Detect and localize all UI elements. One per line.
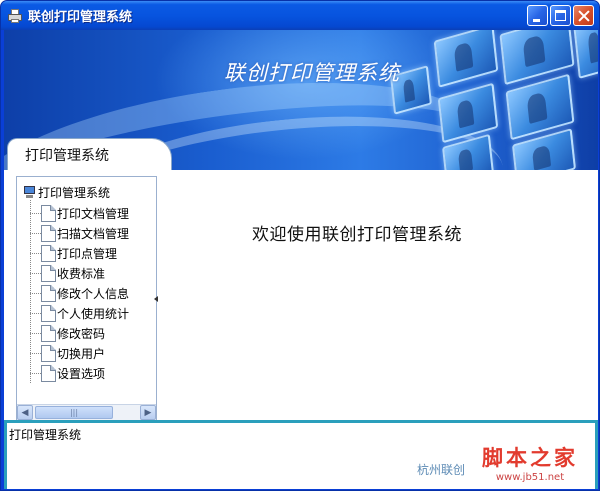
document-icon <box>41 324 56 342</box>
tree-item-label: 扫描文档管理 <box>57 226 130 241</box>
chevron-left-icon: ◀ <box>21 407 29 418</box>
tree-root-label: 打印管理系统 <box>38 185 111 200</box>
chevron-right-icon: ▶ <box>144 407 152 418</box>
tree-item-label: 收费标准 <box>57 266 106 281</box>
document-icon <box>41 364 56 382</box>
scroll-right-button[interactable]: ▶ <box>140 405 156 420</box>
tree-item-label: 切换用户 <box>57 346 106 361</box>
collapse-panel-icon[interactable] <box>154 296 158 302</box>
watermark-logo: 脚本之家 www.jb51.net <box>482 442 578 483</box>
scroll-left-button[interactable]: ◀ <box>17 405 33 420</box>
document-icon <box>41 284 56 302</box>
tree-item-edit-profile[interactable]: 修改个人信息 <box>17 283 156 303</box>
banner-title: 联创打印管理系统 <box>224 61 400 85</box>
tree-root[interactable]: 打印管理系统 <box>23 184 110 200</box>
tree-item-print-points[interactable]: 打印点管理 <box>17 243 156 263</box>
tree-item-fee-standard[interactable]: 收费标准 <box>17 263 156 283</box>
tab-strip: 打印管理系统 <box>4 136 598 170</box>
tree-item-label: 打印点管理 <box>57 246 118 261</box>
banner-photo-tile <box>433 30 499 88</box>
tree-item-switch-user[interactable]: 切换用户 <box>17 343 156 363</box>
tree-item-label: 打印文档管理 <box>57 206 130 221</box>
tree-item-scan-documents[interactable]: 扫描文档管理 <box>17 223 156 243</box>
status-text: 打印管理系统 <box>9 428 82 442</box>
tree-item-change-password[interactable]: 修改密码 <box>17 323 156 343</box>
document-icon <box>41 304 56 322</box>
computer-icon <box>23 185 36 199</box>
watermark-main: 脚本之家 <box>482 445 578 470</box>
tab-print-management[interactable]: 打印管理系统 <box>7 138 172 170</box>
welcome-message: 欢迎使用联创打印管理系统 <box>252 225 462 245</box>
tree-horizontal-scrollbar[interactable]: ◀ ||| ▶ <box>17 404 156 420</box>
watermark-url: www.jb51.net <box>495 472 565 483</box>
document-icon <box>41 244 56 262</box>
navigation-tree: 打印管理系统 打印文档管理 扫描文档管理 打印点管理 收费标准 修改个人信息 个… <box>16 176 157 421</box>
scroll-track[interactable]: ||| <box>33 405 140 420</box>
document-icon <box>41 224 56 242</box>
document-icon <box>41 344 56 362</box>
company-footer: 杭州联创 <box>417 463 466 477</box>
printer-icon <box>7 8 23 24</box>
maximize-icon <box>555 10 566 21</box>
banner-photo-tile <box>573 30 598 79</box>
tree-item-label: 修改个人信息 <box>57 286 130 301</box>
app-window: 联创打印管理系统 联创打印管理系统 打印管理系统 打印管理系统 打印文档管理 扫… <box>0 0 600 491</box>
grip-icon: ||| <box>69 408 79 417</box>
window-title: 联创打印管理系统 <box>28 10 133 25</box>
minimize-icon <box>533 19 540 22</box>
close-button[interactable] <box>573 5 594 26</box>
tree-item-label: 修改密码 <box>57 326 106 341</box>
tree-item-usage-stats[interactable]: 个人使用统计 <box>17 303 156 323</box>
document-icon <box>41 264 56 282</box>
tree-item-settings[interactable]: 设置选项 <box>17 363 156 383</box>
minimize-button[interactable] <box>527 5 548 26</box>
client-area: 联创打印管理系统 打印管理系统 打印管理系统 打印文档管理 扫描文档管理 打印点… <box>4 30 598 489</box>
scroll-thumb[interactable]: ||| <box>35 406 113 419</box>
tree-item-print-documents[interactable]: 打印文档管理 <box>17 203 156 223</box>
status-panel: 打印管理系统 杭州联创 脚本之家 www.jb51.net <box>4 420 598 489</box>
tree-item-label: 个人使用统计 <box>57 306 130 321</box>
maximize-button[interactable] <box>550 5 571 26</box>
tree-item-label: 设置选项 <box>57 366 106 381</box>
document-icon <box>41 204 56 222</box>
title-bar[interactable]: 联创打印管理系统 <box>1 1 599 30</box>
